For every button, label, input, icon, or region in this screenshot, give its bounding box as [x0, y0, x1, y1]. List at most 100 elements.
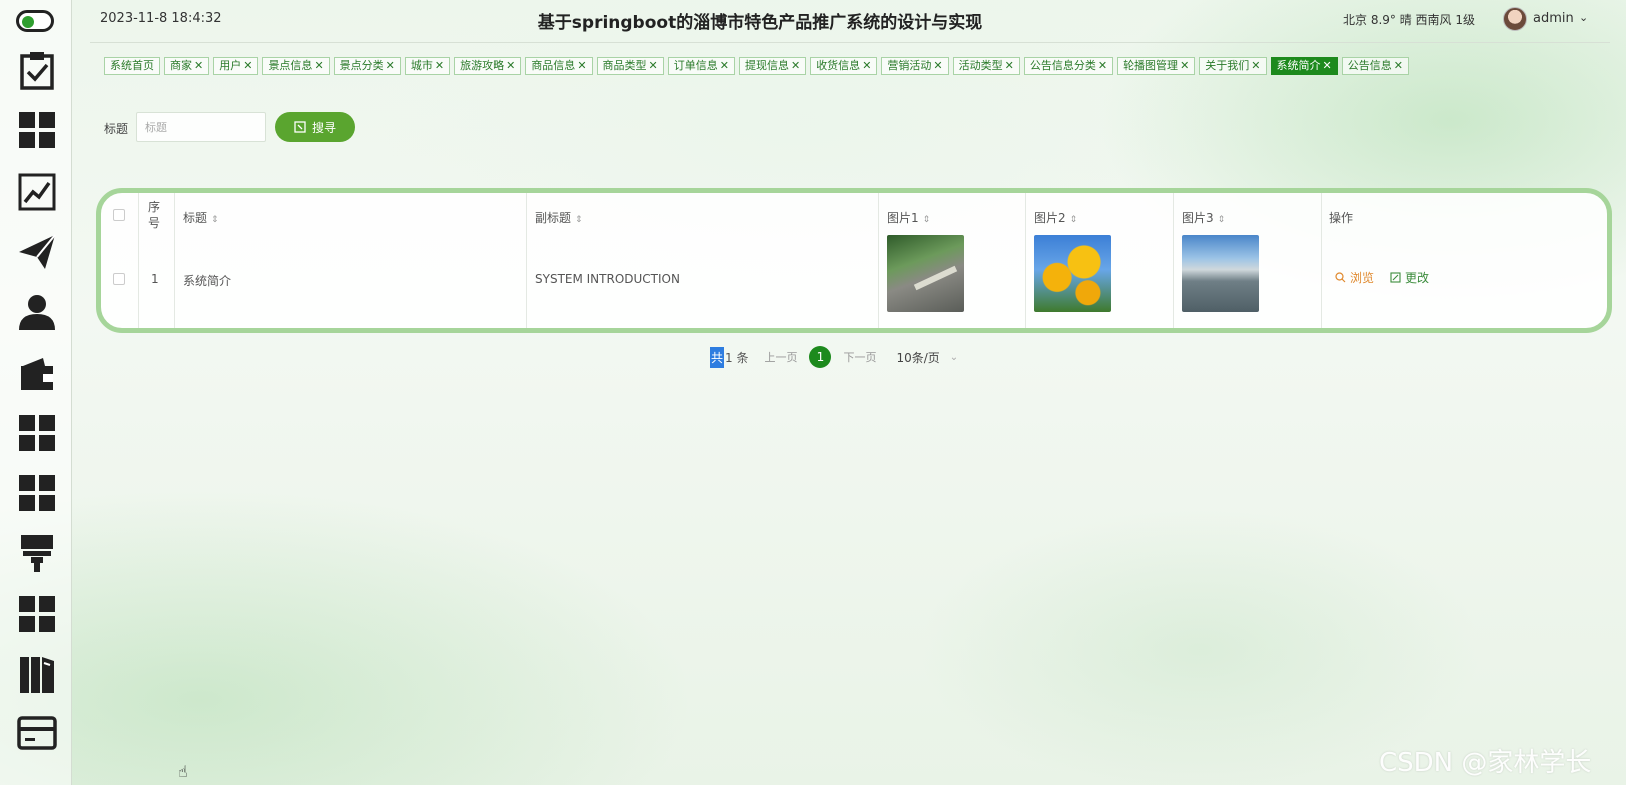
next-page-button[interactable]: 下一页 [843, 349, 876, 365]
tab-item[interactable]: 提现信息 ✕ [738, 57, 807, 75]
sort-icon[interactable]: ⇕ [1070, 215, 1078, 225]
tab-label: 系统简介 [1276, 59, 1321, 72]
tab-label: 活动类型 [958, 59, 1003, 72]
close-icon[interactable]: ✕ [862, 58, 871, 74]
row-checkbox[interactable] [113, 273, 125, 285]
tab-label: 商品信息 [531, 59, 576, 72]
close-icon[interactable]: ✕ [506, 58, 515, 74]
user-name[interactable]: admin [1533, 11, 1574, 26]
column-header-image1[interactable]: 图片1 ⇕ [887, 209, 930, 226]
close-icon[interactable]: ✕ [386, 58, 395, 74]
tab-label: 收货信息 [816, 59, 861, 72]
tab-item[interactable]: 收货信息 ✕ [810, 57, 878, 75]
tab-label: 关于我们 [1205, 59, 1250, 72]
grid-icon[interactable] [17, 413, 57, 453]
close-icon[interactable]: ✕ [1394, 58, 1403, 74]
close-icon[interactable]: ✕ [933, 58, 942, 74]
clipboard-check-icon[interactable] [17, 50, 57, 90]
tab-item[interactable]: 用户 ✕ [213, 57, 259, 75]
books-icon[interactable] [17, 655, 57, 695]
close-icon[interactable]: ✕ [1098, 58, 1107, 74]
tab-label: 景点信息 [268, 59, 313, 72]
user-icon[interactable] [17, 292, 57, 332]
edit-button[interactable]: 更改 [1390, 269, 1429, 286]
chart-line-icon[interactable] [17, 172, 57, 212]
column-header-subtitle[interactable]: 副标题 ⇕ [535, 209, 583, 226]
row-image1-thumbnail[interactable] [887, 235, 964, 312]
close-icon[interactable]: ✕ [1251, 58, 1260, 74]
row-index: 1 [151, 272, 159, 286]
column-header-image3[interactable]: 图片3 ⇕ [1182, 209, 1225, 226]
row-image3-thumbnail[interactable] [1182, 235, 1259, 312]
chevron-down-icon[interactable]: ⌄ [950, 352, 958, 363]
close-icon[interactable]: ✕ [243, 58, 252, 74]
tab-item[interactable]: 景点分类 ✕ [333, 57, 401, 75]
tab-item[interactable]: 轮播图管理 ✕ [1117, 57, 1196, 75]
select-all-checkbox[interactable] [113, 209, 125, 221]
tab-label: 提现信息 [744, 59, 789, 72]
tab-item[interactable]: 系统简介 ✕ [1270, 57, 1338, 75]
tab-item[interactable]: 公告信息分类 ✕ [1023, 57, 1114, 75]
tab-item[interactable]: 商品信息 ✕ [525, 57, 593, 75]
sort-icon[interactable]: ⇕ [575, 215, 583, 225]
column-header-label: 标题 [183, 211, 208, 225]
close-icon[interactable]: ✕ [435, 58, 444, 74]
page-size-select[interactable]: 10条/页 [896, 349, 939, 366]
view-button[interactable]: 浏览 [1335, 269, 1374, 286]
wallet-icon[interactable] [17, 354, 57, 394]
data-table: 序号 标题 ⇕ 副标题 ⇕ 图片1 ⇕ 图片2 ⇕ 图片3 ⇕ 操作 1 系统简介 SYS… [96, 188, 1612, 333]
search-icon [1335, 272, 1346, 283]
tab-item[interactable]: 营销活动 ✕ [881, 57, 949, 75]
close-icon[interactable]: ✕ [1180, 58, 1189, 74]
close-icon[interactable]: ✕ [1005, 58, 1014, 74]
card-icon[interactable] [17, 713, 57, 753]
tab-item[interactable]: 旅游攻略 ✕ [454, 57, 522, 75]
row-image2-thumbnail[interactable] [1034, 235, 1111, 312]
search-icon [294, 121, 306, 133]
header-divider [90, 42, 1610, 43]
avatar[interactable] [1503, 7, 1527, 31]
tab-item[interactable]: 商家 ✕ [164, 57, 210, 75]
close-icon[interactable]: ✕ [577, 58, 586, 74]
tab-item[interactable]: 城市 ✕ [404, 57, 451, 75]
paint-roller-icon[interactable] [17, 533, 57, 573]
column-header-image2[interactable]: 图片2 ⇕ [1034, 209, 1077, 226]
chevron-down-icon[interactable]: ⌄ [1579, 11, 1588, 24]
close-icon[interactable]: ✕ [314, 58, 323, 74]
grid-icon[interactable] [17, 594, 57, 634]
sort-icon[interactable]: ⇕ [1218, 215, 1226, 225]
sort-icon[interactable]: ⇕ [923, 215, 931, 225]
view-button-label: 浏览 [1350, 271, 1375, 285]
tab-item[interactable]: 订单信息 ✕ [667, 57, 735, 75]
tab-label: 公告信息 [1347, 59, 1392, 72]
pagination: 共 1 条 上一页 1 下一页 10条/页 ⌄ [710, 346, 958, 368]
weather-info: 北京 8.9° 晴 西南风 1级 [1343, 13, 1475, 27]
tab-item[interactable]: 关于我们 ✕ [1199, 57, 1267, 75]
grid-icon[interactable] [17, 473, 57, 513]
edit-icon [1390, 272, 1401, 283]
close-icon[interactable]: ✕ [1323, 58, 1332, 74]
search-input[interactable] [136, 112, 266, 142]
pagination-total: 1 条 [725, 350, 749, 365]
tab-item[interactable]: 公告信息 ✕ [1341, 57, 1409, 75]
tab-item[interactable]: 系统首页 [104, 57, 160, 75]
close-icon[interactable]: ✕ [791, 58, 800, 74]
grid-icon[interactable] [17, 110, 57, 150]
tab-item[interactable]: 活动类型 ✕ [952, 57, 1020, 75]
tab-item[interactable]: 景点信息 ✕ [262, 57, 330, 75]
sort-icon[interactable]: ⇕ [211, 215, 219, 225]
close-icon[interactable]: ✕ [720, 58, 729, 74]
prev-page-button[interactable]: 上一页 [764, 349, 797, 365]
search-button[interactable]: 搜寻 [275, 112, 355, 142]
page-button-current[interactable]: 1 [809, 346, 832, 368]
tab-item[interactable]: 商品类型 ✕ [596, 57, 664, 75]
sidebar [0, 0, 72, 785]
tab-label: 轮播图管理 [1123, 59, 1179, 72]
column-header-title[interactable]: 标题 ⇕ [183, 209, 219, 226]
close-icon[interactable]: ✕ [649, 58, 658, 74]
sidebar-toggle[interactable] [16, 10, 54, 32]
paper-plane-icon[interactable] [17, 232, 57, 272]
tab-label: 用户 [219, 59, 242, 72]
close-icon[interactable]: ✕ [194, 58, 203, 74]
tab-label: 城市 [410, 59, 433, 72]
